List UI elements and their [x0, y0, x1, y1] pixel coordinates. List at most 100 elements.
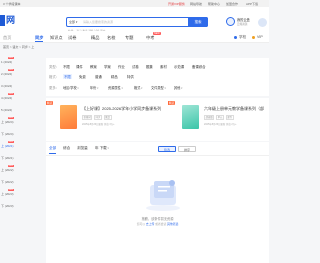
nav-item-premium[interactable]: 精品: [91, 35, 99, 41]
new-tag: NEW: [8, 141, 14, 143]
sidebar-item[interactable]: 下 (2022): [1, 180, 14, 184]
filter-option[interactable]: 试卷: [132, 64, 139, 69]
site-nav-link[interactable]: 网站导航: [190, 2, 202, 6]
filter-more-label: 更多：: [49, 86, 60, 90]
filter-dropdown[interactable]: 年份: [90, 85, 98, 90]
nav-home[interactable]: 首页: [3, 35, 11, 41]
resource-list-panel: 全部 综合 浏览量 年 下载 筛选 排序 抱歉，该条件暂无资源 您可以 去上传 …: [46, 142, 269, 263]
sidebar-item[interactable]: 上 (2024): [1, 120, 14, 124]
tag: 教案: [103, 115, 112, 120]
filter-dropdown[interactable]: 资源属性: [108, 85, 123, 90]
featured-card[interactable]: 精选 【上好课】2025-2026学年小学同步备课系列 新教材 同步 教案 20…: [46, 98, 161, 141]
sidebar-item[interactable]: 1 (2024): [1, 60, 12, 64]
tab-all[interactable]: 全部: [49, 146, 56, 151]
featured-title[interactable]: 六年级上册单元教学备课系列（部: [204, 106, 264, 112]
filter-dropdown[interactable]: 文件类型: [151, 85, 166, 90]
nav-item-papers[interactable]: 试卷: [68, 35, 76, 41]
tag: 新教材: [82, 115, 93, 120]
filter-option[interactable]: 学案: [104, 64, 111, 69]
site-header: 网 全部 ▾ 请输入您要搜索的资源 搜索 热搜： 复习 教案 课件 试卷 期中 …: [0, 7, 269, 33]
empty-state-hint: 您可以 去上传 或者尝试 其他筛选: [46, 222, 269, 226]
nav-vip[interactable]: VIP: [257, 35, 263, 39]
filter-row-format: 格式： 不限 免费 普通 精品 特供: [46, 73, 269, 80]
filter-dropdown[interactable]: 地区/学校: [63, 85, 79, 90]
featured-title[interactable]: 【上好课】2025-2026学年小学同步备课系列: [82, 106, 161, 112]
featured-card[interactable]: 精选 六年级上册单元教学备课系列（部 部编版 单元 课件 2025年8月26日更…: [168, 98, 269, 141]
nav-item-topics[interactable]: 专题: [125, 35, 133, 41]
filter-format-label: 格式：: [49, 75, 60, 79]
filter-option[interactable]: 精品: [111, 74, 118, 79]
filter-toggle-button[interactable]: 筛选: [158, 146, 176, 152]
partner-link[interactable]: 加盟合作: [226, 2, 238, 6]
filter-option-selected[interactable]: 不限: [63, 74, 72, 79]
site-logo[interactable]: 网: [0, 15, 16, 26]
tag: 部编版: [204, 115, 215, 120]
empty-hint-mid: 或者尝试: [155, 222, 167, 226]
featured-resources: 精选 【上好课】2025-2026学年小学同步备课系列 新教材 同步 教案 20…: [46, 98, 269, 141]
featured-tags: 部编版 单元 课件: [204, 115, 235, 120]
featured-meta: 2025年8月26日更新 浏览 2万+: [204, 123, 237, 126]
app-download-link[interactable]: APP下载: [246, 2, 258, 6]
filter-option[interactable]: 免费: [79, 74, 86, 79]
filter-option[interactable]: 示范课: [174, 64, 184, 69]
filter-option[interactable]: 备课综合: [192, 64, 206, 69]
filter-option[interactable]: 特供: [127, 74, 134, 79]
help-link[interactable]: 帮助中心: [208, 2, 220, 6]
search-input[interactable]: 请输入您要搜索的资源: [83, 20, 113, 24]
sidebar-item[interactable]: 下 (2024): [1, 132, 14, 136]
nav-item-knowledge[interactable]: 知识点: [50, 35, 63, 41]
new-badge: NEW: [153, 32, 161, 35]
filter-option[interactable]: 教案: [90, 64, 97, 69]
vip-icon: [252, 36, 255, 39]
upload-link[interactable]: 去上传: [146, 222, 154, 226]
filter-dropdown[interactable]: 其他: [174, 85, 182, 90]
sidebar-item[interactable]: 3 (2024): [1, 84, 12, 88]
filter-option[interactable]: 普通: [95, 74, 102, 79]
filter-option[interactable]: 不限: [63, 64, 70, 69]
search-bar: 全部 ▾ 请输入您要搜索的资源 搜索: [66, 17, 208, 27]
avatar[interactable]: [258, 18, 267, 27]
divider: [46, 155, 269, 156]
tag: 同步: [94, 115, 102, 120]
breadcrumb[interactable]: 首页 > 语文 > 同步 > 上: [3, 45, 34, 49]
top-utility-bar: 3 个学段课本 开通VIP服务 网站导航 帮助中心 加盟合作 APP下载: [0, 0, 269, 7]
sort-toggle-button[interactable]: 排序: [178, 146, 196, 152]
filter-option[interactable]: 素材: [160, 64, 167, 69]
search-button[interactable]: 搜索: [188, 17, 208, 27]
sidebar-item[interactable]: 下 (2023): [1, 204, 14, 208]
filter-type-label: 类型：: [49, 65, 60, 69]
sidebar-item[interactable]: 4 (2024): [1, 96, 12, 100]
sidebar-item[interactable]: 上 (2021): [1, 144, 14, 148]
nav-school[interactable]: 学校: [239, 35, 246, 40]
sidebar-item[interactable]: 上 (2022): [1, 168, 14, 172]
filter-option[interactable]: 作业: [118, 64, 125, 69]
empty-state-title: 抱歉，该条件暂无资源: [141, 217, 174, 221]
logo-mark: [0, 15, 5, 26]
filter-option[interactable]: 课件: [76, 64, 83, 69]
tab-general[interactable]: 综合: [63, 146, 70, 151]
new-tag: NEW: [8, 189, 14, 191]
page: 3 个学段课本 开通VIP服务 网站导航 帮助中心 加盟合作 APP下载 网 全…: [0, 0, 269, 263]
other-filter-link[interactable]: 其他筛选: [167, 222, 178, 226]
filter-panel: 类型： 不限 课件 教案 学案 作业 试卷 题集 素材 示范课 备课综合 格式：…: [46, 58, 269, 96]
main-nav: 首页 同步 知识点 试卷 精品 名校 专题 中考 NEW 学校 VIP: [0, 31, 269, 43]
filter-dropdown[interactable]: 格式: [134, 85, 142, 90]
tab-active-underline: [49, 153, 56, 154]
tag: 课件: [225, 115, 234, 120]
vip-link[interactable]: 开通VIP服务: [168, 2, 185, 6]
sidebar-item[interactable]: 5 (2024): [1, 108, 12, 112]
sidebar-item[interactable]: 下 (2021): [1, 156, 14, 160]
logo-char: 网: [6, 15, 16, 25]
filter-row-type: 类型： 不限 课件 教案 学案 作业 试卷 题集 素材 示范课 备课综合: [46, 63, 269, 70]
filter-option[interactable]: 题集: [146, 64, 153, 69]
tab-year-download[interactable]: 年 下载: [95, 146, 109, 151]
cloud-icon[interactable]: [226, 17, 235, 26]
nav-item-schools[interactable]: 名校: [107, 35, 115, 41]
nav-item-zhongkao[interactable]: 中考: [146, 35, 154, 41]
featured-tags: 新教材 同步 教案: [82, 115, 113, 120]
nav-active-underline: [35, 41, 43, 42]
sidebar-item[interactable]: 上 (2023): [1, 192, 14, 196]
search-scope-select[interactable]: 全部 ▾: [69, 20, 77, 24]
tab-views[interactable]: 浏览量: [77, 146, 88, 151]
sidebar-item[interactable]: 2 (2024): [1, 72, 12, 76]
